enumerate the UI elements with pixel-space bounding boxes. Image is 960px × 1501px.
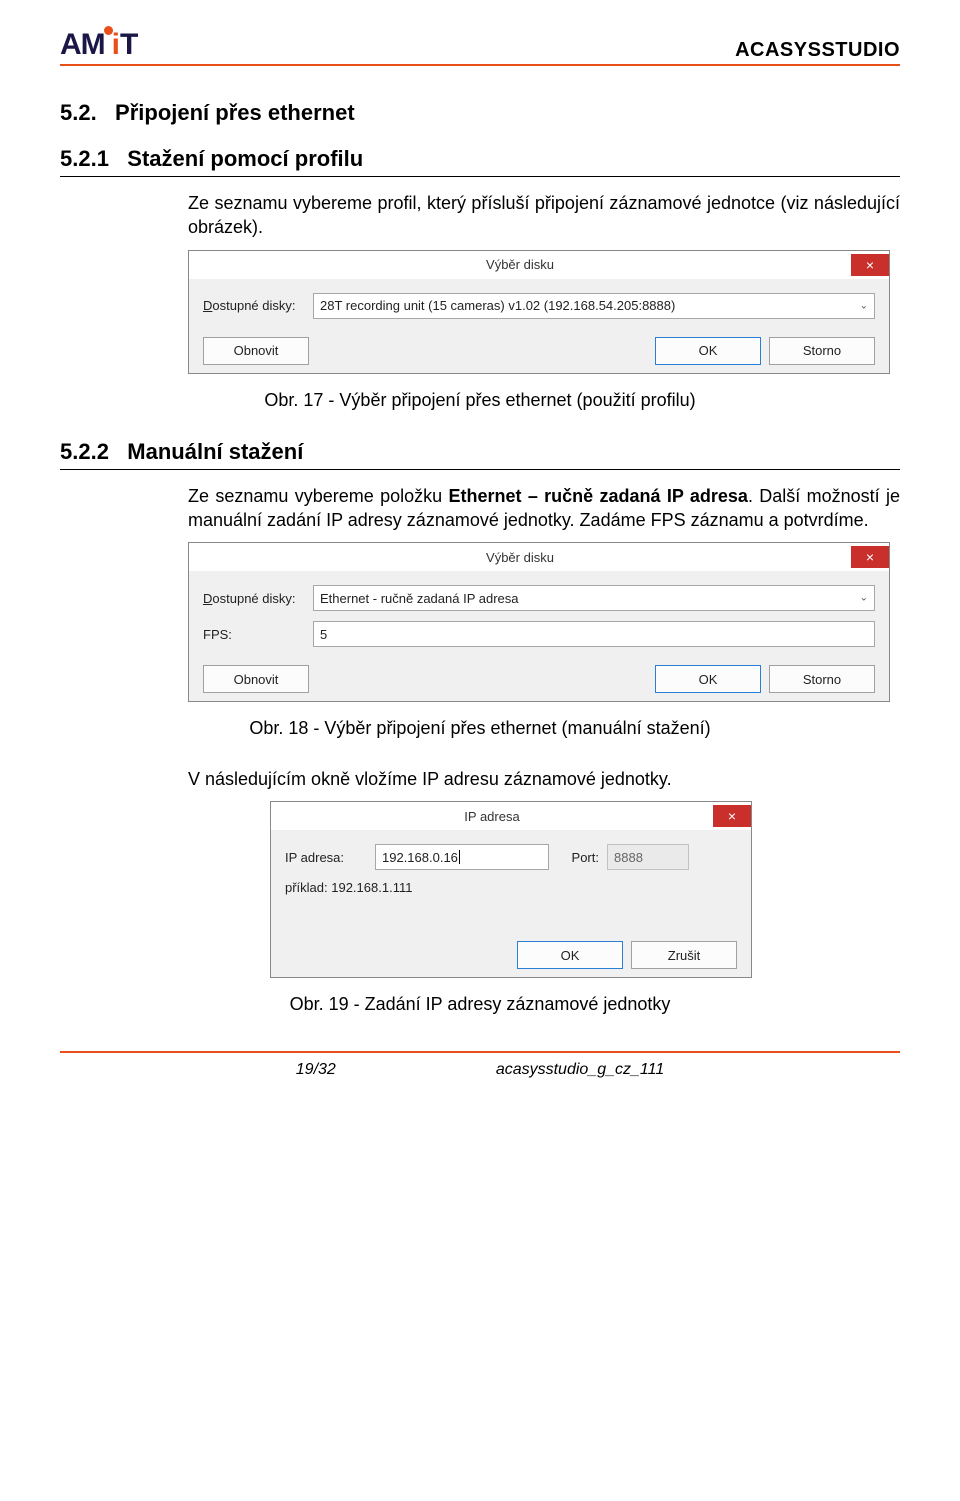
ip-example: příklad: 192.168.1.111 (285, 880, 412, 895)
disks-label: Dostupné disky: (203, 298, 313, 313)
close-icon[interactable]: × (713, 805, 751, 827)
disks-combo[interactable]: Ethernet - ručně zadaná IP adresa ⌄ (313, 585, 875, 611)
port-value: 8888 (614, 850, 643, 865)
ip-input[interactable]: 192.168.0.16 (375, 844, 549, 870)
dialog-select-disk-profile: Výběr disku × Dostupné disky: 28T record… (188, 250, 890, 374)
page-header: AMiT ACASYSSTUDIO (60, 28, 900, 66)
footer-page: 19/32 (296, 1061, 336, 1079)
ok-button[interactable]: OK (517, 941, 623, 969)
ip-value: 192.168.0.16 (382, 850, 458, 865)
heading-5-2: 5.2. Připojení přes ethernet (60, 100, 900, 126)
paragraph-after-18: V následujícím okně vložíme IP adresu zá… (188, 767, 900, 791)
caption-19: Obr. 19 - Zadání IP adresy záznamové jed… (60, 994, 900, 1015)
ok-button[interactable]: OK (655, 337, 761, 365)
disks-combo-value: 28T recording unit (15 cameras) v1.02 (1… (320, 298, 675, 313)
caption-17: Obr. 17 - Výběr připojení přes ethernet … (60, 390, 900, 411)
close-icon[interactable]: × (851, 254, 889, 276)
heading-5-2-1-title: Stažení pomocí profilu (127, 146, 363, 171)
disks-combo[interactable]: 28T recording unit (15 cameras) v1.02 (1… (313, 293, 875, 319)
heading-5-2-title: Připojení přes ethernet (115, 100, 355, 125)
bold-ethernet: Ethernet – ručně zadaná IP adresa (448, 486, 747, 506)
refresh-button[interactable]: Obnovit (203, 665, 309, 693)
text-cursor-icon (459, 850, 460, 864)
logo: AMiT (60, 28, 137, 62)
paragraph-5-2-1: Ze seznamu vybereme profil, který příslu… (188, 191, 900, 240)
product-name: ACASYSSTUDIO (735, 39, 900, 62)
cancel-button[interactable]: Storno (769, 337, 875, 365)
dialog-title: IP adresa (271, 809, 713, 824)
footer-doc: acasysstudio_g_cz_111 (496, 1061, 664, 1079)
dialog-ip-address: IP adresa × IP adresa: 192.168.0.16 Port… (270, 801, 752, 978)
titlebar: Výběr disku × (189, 543, 889, 571)
fps-input[interactable]: 5 (313, 621, 875, 647)
heading-5-2-2-num: 5.2.2 (60, 439, 109, 464)
dialog-title: Výběr disku (189, 550, 851, 565)
heading-5-2-2: 5.2.2 Manuální stažení (60, 439, 900, 470)
titlebar: Výběr disku × (189, 251, 889, 279)
cancel-button[interactable]: Zrušit (631, 941, 737, 969)
port-label: Port: (549, 850, 607, 865)
chevron-down-icon: ⌄ (860, 300, 868, 311)
heading-5-2-2-title: Manuální stažení (127, 439, 303, 464)
dialog-title: Výběr disku (189, 257, 851, 272)
heading-5-2-1-num: 5.2.1 (60, 146, 109, 171)
caption-18: Obr. 18 - Výběr připojení přes ethernet … (60, 718, 900, 739)
fps-value: 5 (320, 627, 327, 642)
page-footer: 19/32 acasysstudio_g_cz_111 (60, 1051, 900, 1079)
paragraph-5-2-2: Ze seznamu vybereme položku Ethernet – r… (188, 484, 900, 533)
disks-label: Dostupné disky: (203, 591, 313, 606)
ip-label: IP adresa: (285, 850, 375, 865)
chevron-down-icon: ⌄ (860, 593, 868, 604)
fps-label: FPS: (203, 627, 313, 642)
ok-button[interactable]: OK (655, 665, 761, 693)
port-input: 8888 (607, 844, 689, 870)
cancel-button[interactable]: Storno (769, 665, 875, 693)
disks-combo-value: Ethernet - ručně zadaná IP adresa (320, 591, 519, 606)
dialog-select-disk-manual: Výběr disku × Dostupné disky: Ethernet -… (188, 542, 890, 702)
titlebar: IP adresa × (271, 802, 751, 830)
close-icon[interactable]: × (851, 546, 889, 568)
heading-5-2-1: 5.2.1 Stažení pomocí profilu (60, 146, 900, 177)
refresh-button[interactable]: Obnovit (203, 337, 309, 365)
heading-5-2-num: 5.2. (60, 100, 97, 125)
